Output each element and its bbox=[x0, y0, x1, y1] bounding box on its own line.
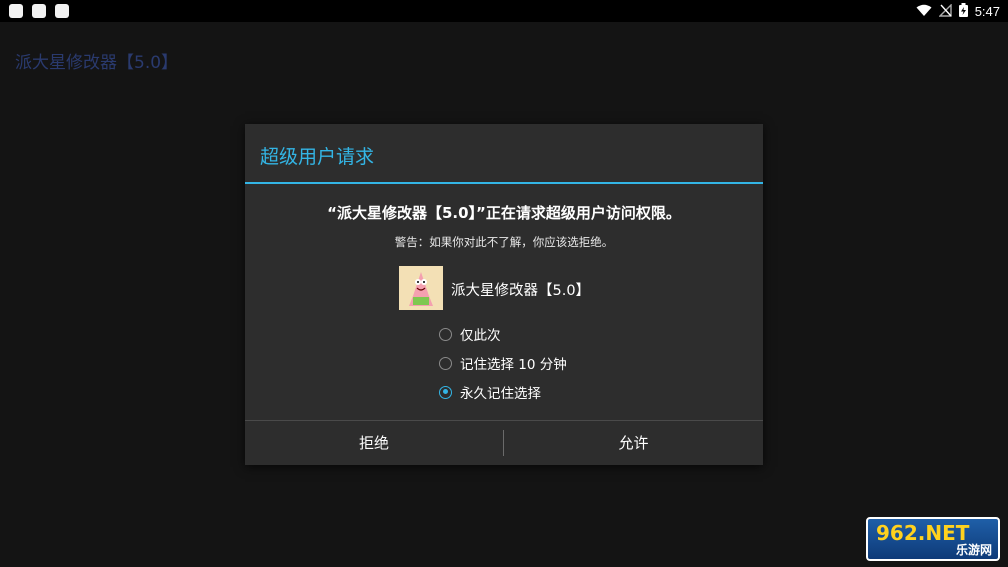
warning-message: 警告：如果你对此不了解，你应该选拒绝。 bbox=[394, 235, 614, 249]
superuser-request-dialog: 超级用户请求 “派大星修改器【5.0】”正在请求超级用户访问权限。 警告：如果你… bbox=[245, 124, 763, 465]
site-watermark-logo: 962.NET 乐游网 bbox=[866, 517, 1000, 561]
radio-checked-icon[interactable] bbox=[439, 385, 452, 399]
allow-button[interactable]: 允许 bbox=[504, 421, 763, 465]
title-divider bbox=[245, 182, 763, 184]
request-message: “派大星修改器【5.0】”正在请求超级用户访问权限。 bbox=[327, 204, 681, 222]
wifi-icon bbox=[916, 2, 932, 21]
clock: 5:47 bbox=[974, 3, 1000, 19]
option-remember-forever[interactable]: 永久记住选择 bbox=[439, 382, 541, 402]
option-once[interactable]: 仅此次 bbox=[439, 324, 501, 344]
notification-icon bbox=[32, 4, 46, 18]
status-bar: 5:47 bbox=[0, 0, 1008, 22]
app-title: 派大星修改器【5.0】 bbox=[15, 53, 179, 73]
radio-unchecked-icon[interactable] bbox=[439, 327, 452, 341]
watermark-sub: 乐游网 bbox=[955, 543, 992, 557]
radio-unchecked-icon[interactable] bbox=[439, 356, 452, 370]
no-signal-icon bbox=[937, 2, 952, 21]
app-name: 派大星修改器【5.0】 bbox=[451, 283, 591, 299]
dialog-title: 超级用户请求 bbox=[260, 146, 375, 168]
deny-button[interactable]: 拒绝 bbox=[245, 421, 503, 465]
app-icon bbox=[399, 266, 443, 310]
option-remember-10-min[interactable]: 记住选择 10 分钟 bbox=[439, 353, 567, 373]
battery-charging-icon bbox=[958, 2, 968, 21]
notification-icon bbox=[9, 4, 23, 18]
notification-icon bbox=[55, 4, 69, 18]
